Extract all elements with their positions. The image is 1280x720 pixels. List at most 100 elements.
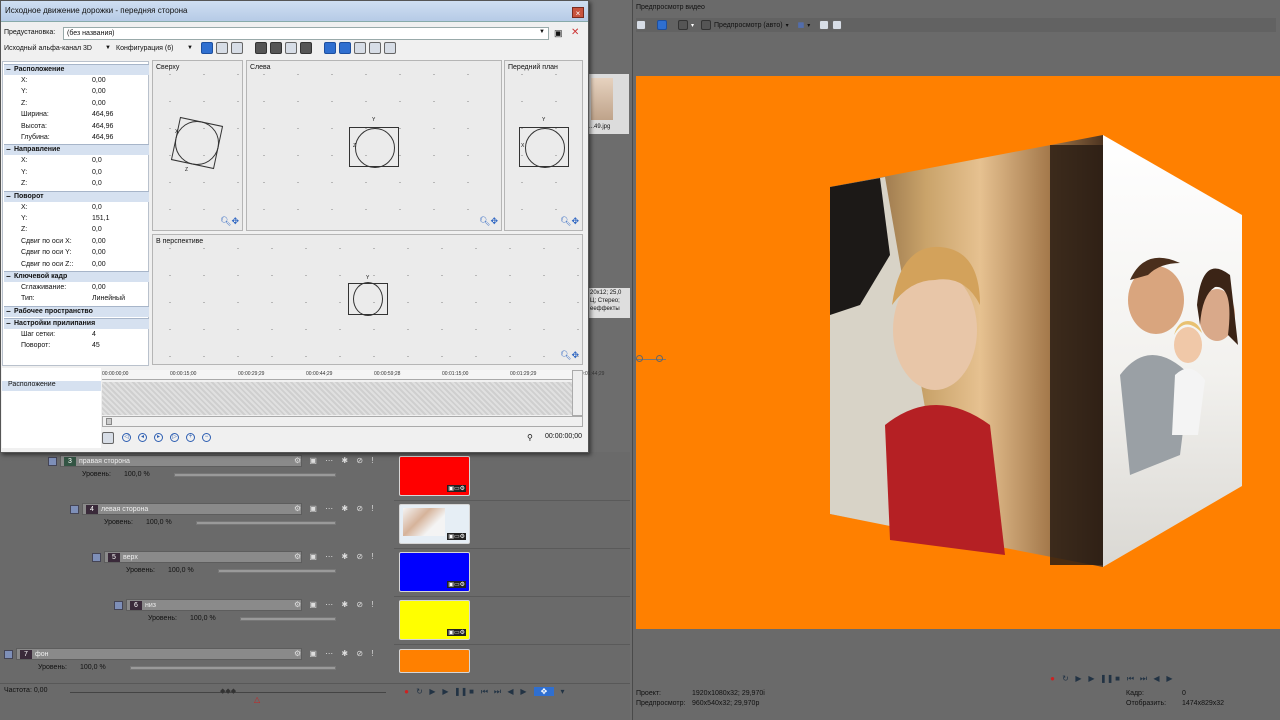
property-row[interactable]: Ширина: 464,96 — [21, 110, 131, 120]
property-row[interactable]: X: 0,0 — [21, 203, 131, 213]
property-row[interactable]: Шаг сетки: 4 — [21, 330, 131, 340]
prev-keyframe-icon[interactable]: ◂ — [138, 433, 147, 442]
property-value[interactable]: 4 — [92, 330, 96, 340]
video-clip[interactable] — [399, 649, 470, 673]
prev-frame-icon[interactable]: ◀ — [506, 687, 515, 696]
tool-dropdown-icon[interactable]: ▾ — [558, 687, 567, 696]
stop-icon[interactable]: ■ — [467, 687, 476, 696]
property-value[interactable]: 0,00 — [92, 248, 106, 258]
property-row[interactable]: Сглаживание: 0,00 — [21, 283, 131, 293]
clip-fx-icon[interactable]: ▣▭⚙ — [447, 485, 466, 492]
track-header[interactable]: 3 правая сторона — [60, 455, 302, 467]
video-clip[interactable]: ▣▭⚙ — [399, 600, 470, 640]
track-header[interactable]: 6 низ — [126, 599, 302, 611]
record-icon[interactable]: ● — [402, 687, 411, 696]
split-screen-icon[interactable] — [678, 20, 688, 30]
property-row[interactable]: Z: 0,0 — [21, 225, 131, 235]
go-start-icon[interactable]: ⏮ — [480, 687, 489, 696]
property-value[interactable]: 45 — [92, 341, 100, 351]
rotate-mode-icon[interactable] — [285, 42, 297, 54]
clip-fx-icon[interactable]: ▣▭⚙ — [447, 629, 466, 636]
preset-dropdown[interactable]: (без названия) ▼ — [63, 27, 549, 40]
track-name[interactable]: фон — [35, 651, 49, 658]
prevent-z-icon[interactable] — [384, 42, 396, 54]
property-value[interactable]: 464,96 — [92, 110, 113, 120]
property-value[interactable]: 0,0 — [92, 203, 102, 213]
sync-cursor-icon[interactable] — [102, 432, 114, 444]
go-end-icon[interactable]: ⏭ — [1139, 674, 1148, 683]
delete-preset-icon[interactable]: ✕ — [571, 27, 579, 38]
next-frame-icon[interactable]: ▶ — [519, 687, 528, 696]
clip-fx-icon[interactable]: ▣▭⚙ — [447, 581, 466, 588]
move-y-icon[interactable] — [270, 42, 282, 54]
property-group-header[interactable]: Расположение — [4, 64, 149, 75]
track-fx-icons[interactable]: ⚙ ▣ ⋯ ✱ ⊘ ! — [294, 456, 376, 465]
track-level-slider[interactable] — [218, 569, 336, 573]
next-keyframe-icon[interactable]: ▸ — [154, 433, 163, 442]
track-header[interactable]: 4 левая сторона — [82, 503, 302, 515]
track-expand-icon[interactable] — [4, 650, 13, 659]
edit-mode-icon[interactable] — [216, 42, 228, 54]
overlays-icon[interactable]: ▦ — [798, 21, 805, 29]
pause-icon[interactable]: ❚❚ — [1100, 674, 1113, 683]
track-level-value[interactable]: 100,0 % — [168, 567, 194, 574]
zoom-icon[interactable]: 🔍︎✥ — [220, 216, 239, 227]
property-row[interactable]: Сдвиг по оси Z:: 0,00 — [21, 260, 131, 270]
track-level-slider[interactable] — [240, 617, 336, 621]
property-value[interactable]: 0,0 — [92, 156, 102, 166]
timeline-ruler[interactable]: 00:00:00;00 00:00:15;00 00:00:29;29 00:00:4… — [102, 370, 604, 380]
chevron-down-icon[interactable]: ▼ — [187, 45, 193, 51]
undo-icon[interactable] — [201, 42, 213, 54]
property-value[interactable]: 0,00 — [92, 283, 106, 293]
properties-icon[interactable] — [636, 20, 646, 30]
property-row[interactable]: Поворот: 45 — [21, 341, 131, 351]
alpha-dropdown-icon[interactable]: ▼ — [105, 45, 111, 51]
track-expand-icon[interactable] — [70, 505, 79, 514]
play-from-start-icon[interactable]: ▶ — [1074, 674, 1083, 683]
video-clip[interactable]: ▣▭⚙ — [399, 456, 470, 496]
keyframe-lane[interactable] — [102, 382, 572, 415]
track-fx-icons[interactable]: ⚙ ▣ ⋯ ✱ ⊘ ! — [294, 504, 376, 513]
speed-slider-thumb[interactable]: ◆◆◆ — [220, 687, 236, 695]
edit-tool-icon[interactable]: ✥ — [533, 687, 554, 696]
scroll-thumb[interactable] — [106, 418, 112, 425]
property-row[interactable]: Глубина: 464,96 — [21, 133, 131, 143]
external-monitor-icon[interactable] — [657, 20, 667, 30]
track-level-value[interactable]: 100,0 % — [190, 615, 216, 622]
property-group-header[interactable]: Направление — [4, 144, 149, 156]
track-level-value[interactable]: 100,0 % — [80, 664, 106, 671]
property-row[interactable]: Y: 0,00 — [21, 87, 131, 97]
save-icon[interactable]: ▣ — [554, 28, 563, 39]
track-level-value[interactable]: 100,0 % — [146, 519, 172, 526]
track-header[interactable]: 7 фон — [16, 648, 302, 660]
rotation-ring[interactable] — [353, 282, 383, 316]
last-keyframe-icon[interactable]: ▷ — [170, 433, 179, 442]
property-group-header[interactable]: Поворот — [4, 190, 149, 202]
view-perspective[interactable]: В перспективе Y 🔍︎✥ — [152, 234, 583, 365]
close-button[interactable]: × — [572, 7, 584, 18]
prev-frame-icon[interactable]: ◀ — [1152, 674, 1161, 683]
track-name[interactable]: левая сторона — [101, 506, 148, 513]
copy-snapshot-icon[interactable] — [819, 20, 830, 30]
property-row[interactable]: Сдвиг по оси X: 0,00 — [21, 237, 131, 247]
property-row[interactable]: Z: 0,0 — [21, 179, 131, 189]
track-expand-icon[interactable] — [92, 553, 101, 562]
lock-aspect-icon[interactable] — [300, 42, 312, 54]
property-row[interactable]: Y: 0,0 — [21, 168, 131, 178]
property-value[interactable]: 464,96 — [92, 133, 113, 143]
chevron-down-icon[interactable]: ▾ — [786, 22, 789, 29]
preview-quality-icon[interactable] — [701, 20, 712, 30]
motion-handle[interactable] — [656, 355, 663, 362]
play-icon[interactable]: ▶ — [1087, 674, 1096, 683]
track-fx-icons[interactable]: ⚙ ▣ ⋯ ✱ ⊘ ! — [294, 649, 376, 658]
save-snapshot-icon[interactable] — [832, 20, 843, 30]
prevent-x-icon[interactable] — [354, 42, 366, 54]
vertical-scrollbar[interactable] — [572, 370, 583, 416]
property-value[interactable]: 0,0 — [92, 179, 102, 189]
property-value[interactable]: Линейный — [92, 294, 125, 304]
property-group-header[interactable]: Рабочее пространство — [4, 305, 149, 317]
track-level-slider[interactable] — [174, 473, 336, 477]
view-left[interactable]: Слева Y Z 🔍︎✥ — [246, 60, 502, 231]
track-header[interactable]: 5 верх — [104, 551, 302, 563]
go-end-icon[interactable]: ⏭ — [493, 687, 502, 696]
